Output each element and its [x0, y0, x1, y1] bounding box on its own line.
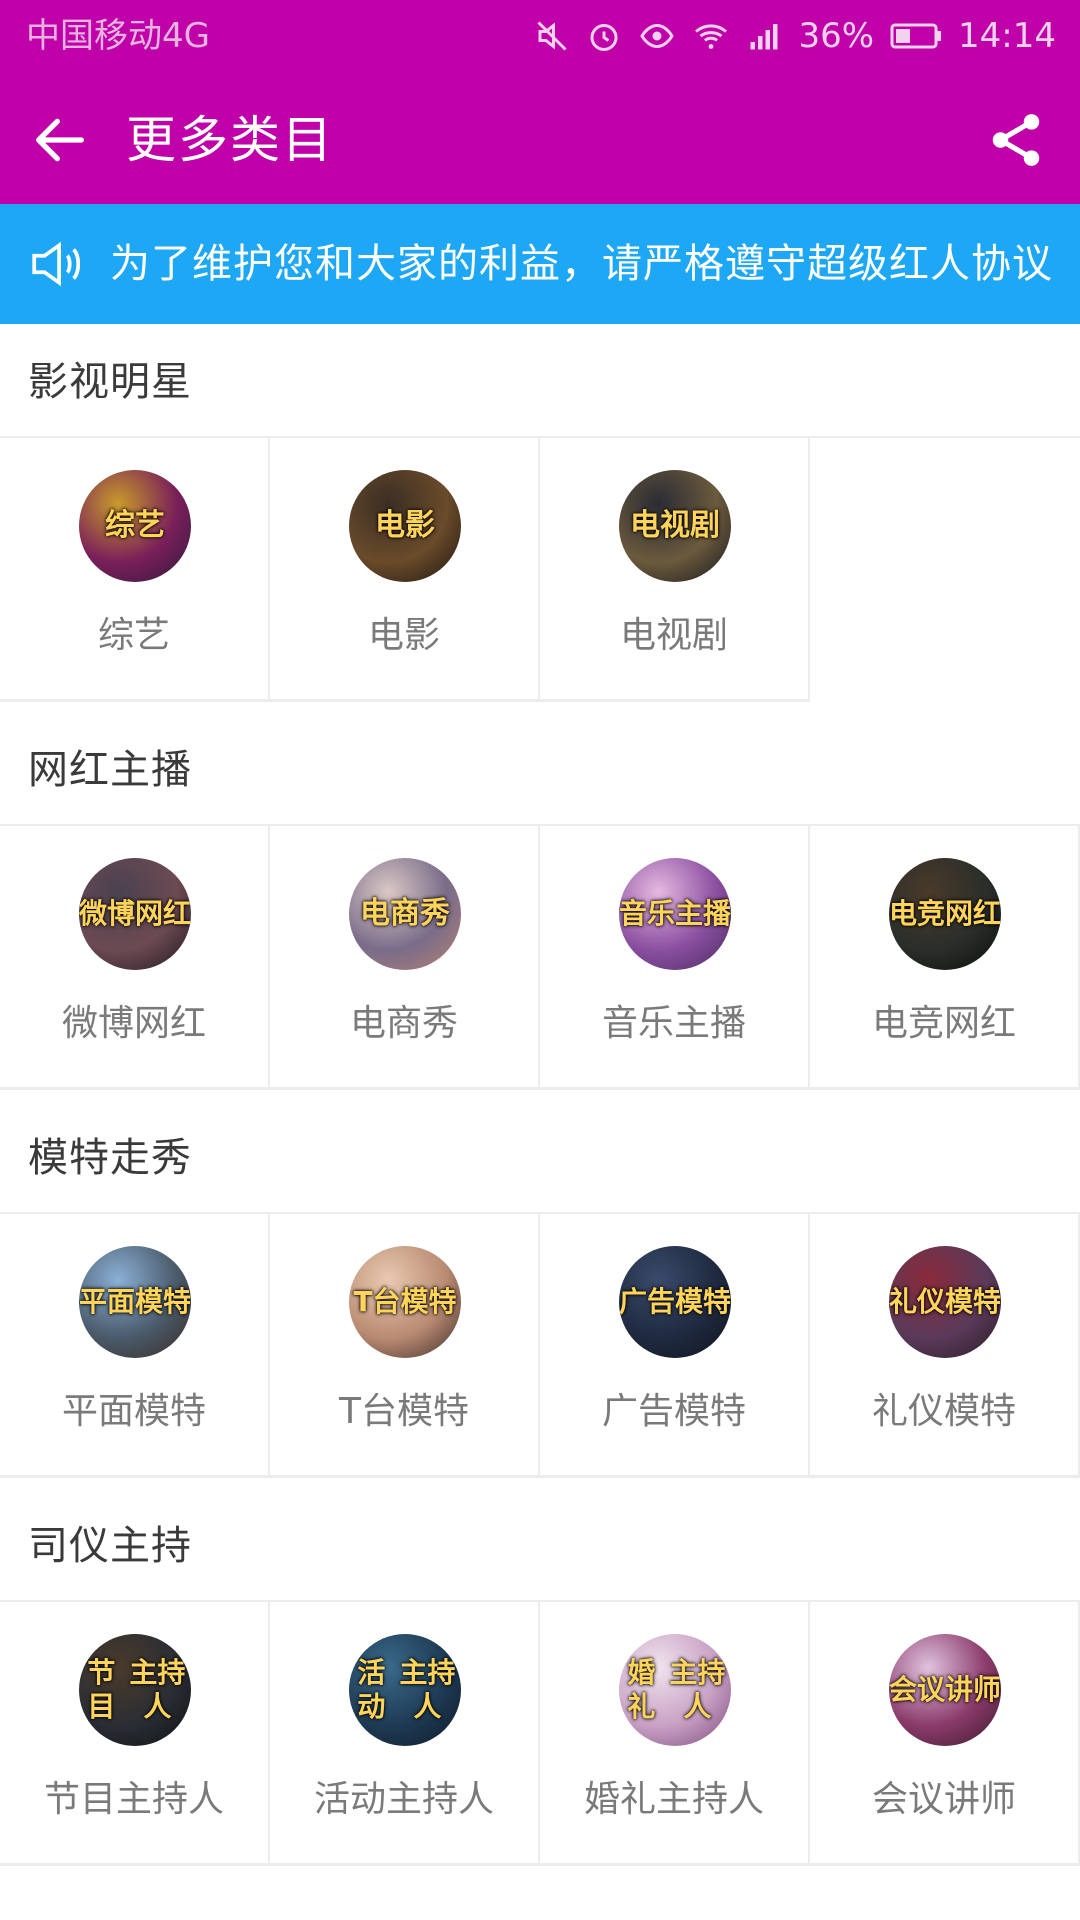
- category-grid: 综艺 综艺 电影 电影 电视剧 电视剧: [0, 438, 1080, 702]
- alarm-icon: [586, 16, 622, 56]
- mute-icon: [534, 16, 570, 56]
- share-button[interactable]: [978, 102, 1054, 178]
- category-item[interactable]: 电视剧 电视剧: [540, 438, 810, 702]
- category-item[interactable]: 平面 模特 平面模特: [0, 1214, 270, 1478]
- category-avatar: 综艺: [79, 470, 191, 582]
- category-item[interactable]: 会议 讲师 会议讲师: [810, 1602, 1080, 1866]
- category-label: 音乐主播: [601, 1003, 746, 1044]
- category-avatar: 活动 主持人: [349, 1634, 461, 1746]
- category-label: T台模特: [339, 1391, 469, 1432]
- category-avatar: 音乐 主播: [619, 858, 731, 970]
- notice-banner[interactable]: 为了维护您和大家的利益，请严格遵守超级红人协议: [0, 204, 1080, 324]
- section-title: 模特走秀: [0, 1100, 1080, 1214]
- category-avatar: 电商秀: [349, 858, 461, 970]
- category-avatar: 婚礼 主持人: [619, 1634, 731, 1746]
- notice-text: 为了维护您和大家的利益，请严格遵守超级红人协议: [110, 241, 1053, 287]
- category-label: 电视剧: [619, 615, 728, 656]
- category-grid: 微博 网红 微博网红 电商秀 电商秀 音乐 主播 音乐主播 电竞 网红 电竞网红: [0, 826, 1080, 1090]
- category-label: 微博网红: [61, 1003, 206, 1044]
- category-item[interactable]: 电商秀 电商秀: [270, 826, 540, 1090]
- category-label: 礼仪模特: [871, 1391, 1016, 1432]
- wifi-icon: [692, 16, 730, 56]
- status-bar: 中国移动4G 36% 14:14: [0, 0, 1080, 74]
- signal-icon: [746, 16, 782, 56]
- category-avatar: 节目 主持人: [79, 1634, 191, 1746]
- category-avatar: 会议 讲师: [889, 1634, 1001, 1746]
- eye-icon: [638, 16, 676, 56]
- category-item[interactable]: 音乐 主播 音乐主播: [540, 826, 810, 1090]
- category-grid: 节目 主持人 节目主持人 活动 主持人 活动主持人 婚礼 主持人 婚礼主持人 会议 讲师 会议讲师: [0, 1602, 1080, 1866]
- section-title: 司仪主持: [0, 1488, 1080, 1602]
- share-icon: [992, 114, 1040, 166]
- category-item[interactable]: T台 模特 T台模特: [270, 1214, 540, 1478]
- category-label: 广告模特: [601, 1391, 746, 1432]
- category-avatar: 微博 网红: [79, 858, 191, 970]
- category-avatar: T台 模特: [349, 1246, 461, 1358]
- category-item[interactable]: 节目 主持人 节目主持人: [0, 1602, 270, 1866]
- category-label: 电商秀: [349, 1003, 458, 1044]
- category-item[interactable]: 电竞 网红 电竞网红: [810, 826, 1080, 1090]
- category-avatar: 平面 模特: [79, 1246, 191, 1358]
- category-avatar: 电影: [349, 470, 461, 582]
- category-item[interactable]: 活动 主持人 活动主持人: [270, 1602, 540, 1866]
- arrow-left-icon: [36, 118, 84, 162]
- category-item[interactable]: 广告 模特 广告模特: [540, 1214, 810, 1478]
- category-label: 综艺: [97, 615, 170, 656]
- category-avatar: 电视剧: [619, 470, 731, 582]
- carrier-label: 中国移动4G: [26, 16, 210, 56]
- clock: 14:14: [958, 16, 1056, 56]
- page-title: 更多类目: [126, 111, 334, 169]
- category-label: 平面模特: [61, 1391, 206, 1432]
- speaker-icon: [32, 241, 81, 287]
- category-grid: 平面 模特 平面模特 T台 模特 T台模特 广告 模特 广告模特 礼仪 模特 礼仪模特: [0, 1214, 1080, 1478]
- category-avatar: 广告 模特: [619, 1246, 731, 1358]
- category-item[interactable]: 电影 电影: [270, 438, 540, 702]
- category-item[interactable]: 礼仪 模特 礼仪模特: [810, 1214, 1080, 1478]
- back-button[interactable]: [22, 102, 98, 178]
- category-label: 节目主持人: [43, 1779, 224, 1820]
- empty-cell: [810, 438, 1080, 702]
- status-icons: 36% 14:14: [534, 14, 1056, 58]
- category-avatar: 电竞 网红: [889, 858, 1001, 970]
- app-bar: 更多类目: [0, 74, 1080, 204]
- category-label: 电竞网红: [871, 1003, 1016, 1044]
- battery-icon: [890, 16, 942, 56]
- section-title: 网红主播: [0, 712, 1080, 826]
- category-item[interactable]: 综艺 综艺: [0, 438, 270, 702]
- category-list: 影视明星 综艺 综艺 电影 电影 电视剧 电视剧 网红主播 微博 网红 微博网红 电商秀 电商秀 音乐 主播…: [0, 324, 1080, 1866]
- category-label: 会议讲师: [871, 1779, 1016, 1820]
- category-label: 活动主持人: [313, 1779, 494, 1820]
- category-item[interactable]: 微博 网红 微博网红: [0, 826, 270, 1090]
- category-avatar: 礼仪 模特: [889, 1246, 1001, 1358]
- category-label: 婚礼主持人: [583, 1779, 764, 1820]
- section-title: 影视明星: [0, 324, 1080, 438]
- battery-percent: 36%: [798, 16, 875, 56]
- category-item[interactable]: 婚礼 主持人 婚礼主持人: [540, 1602, 810, 1866]
- category-label: 电影: [367, 615, 440, 656]
